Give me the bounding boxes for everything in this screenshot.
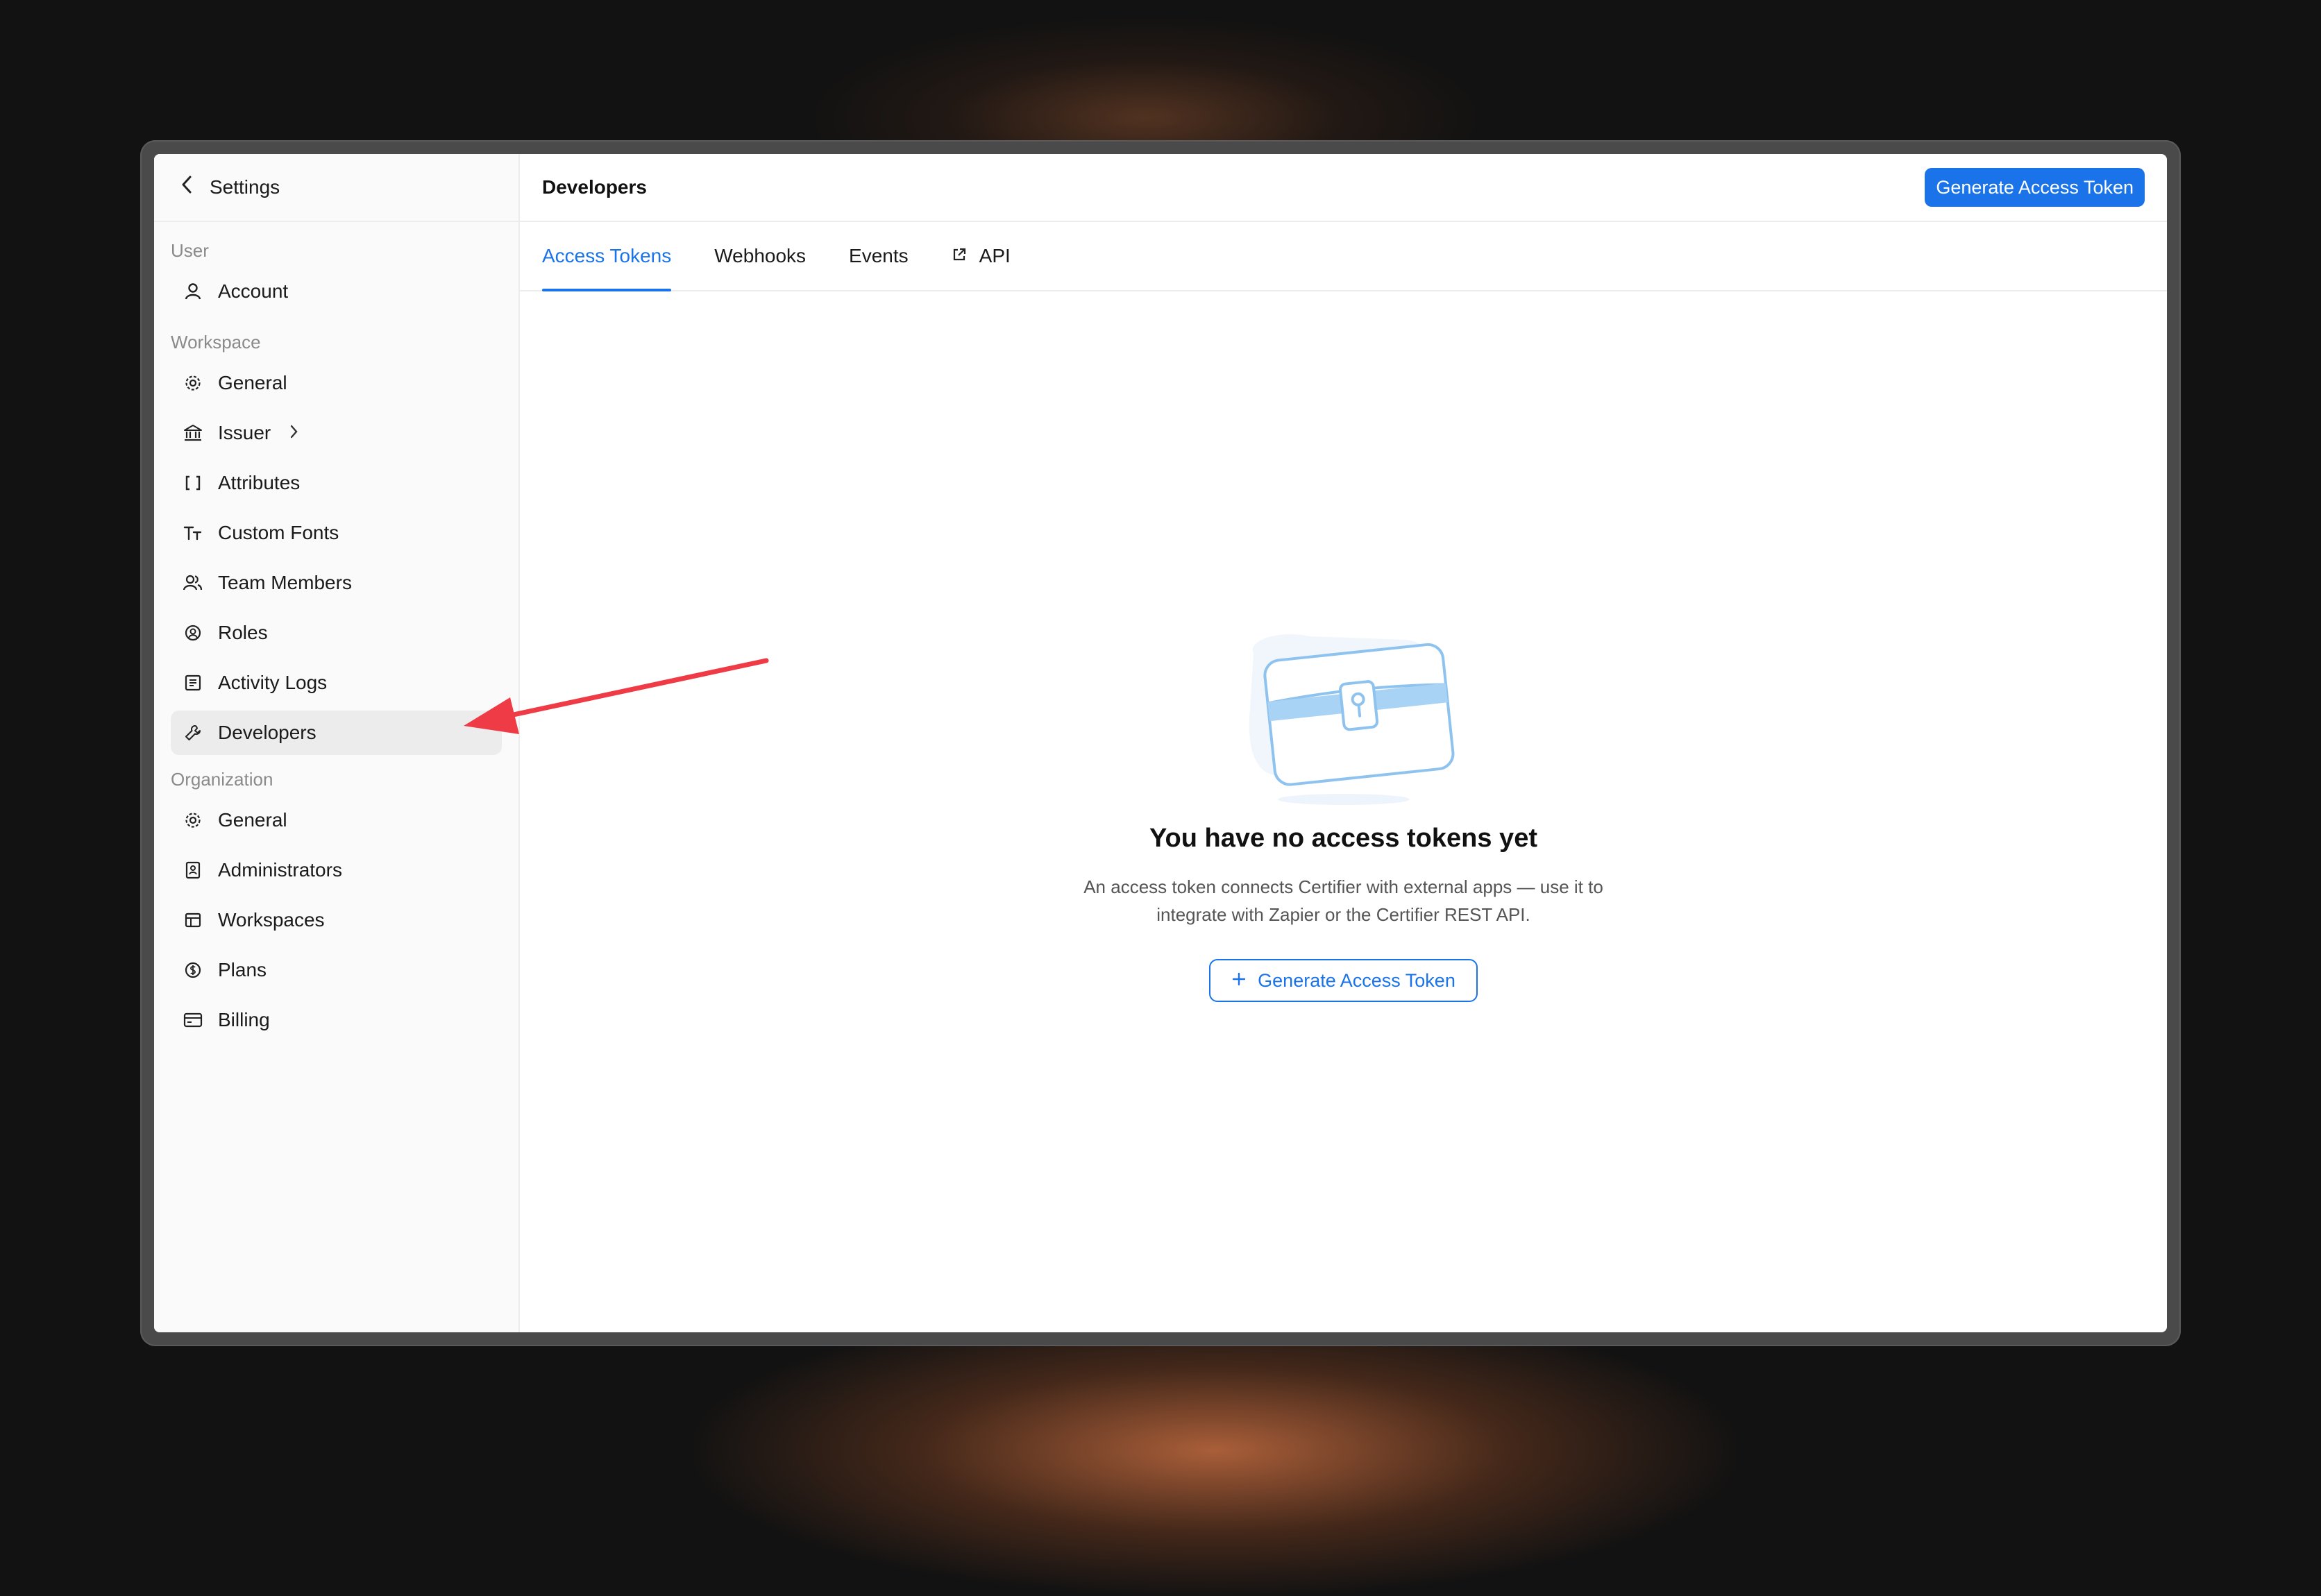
font-icon	[183, 524, 203, 542]
sidebar-item-label: Roles	[218, 622, 268, 643]
empty-state-description: An access token connects Certifier with …	[1083, 876, 1603, 925]
tab-access-tokens[interactable]: Access Tokens	[542, 222, 672, 291]
tab-label: Access Tokens	[542, 245, 672, 266]
sidebar-item-label: Account	[218, 280, 289, 302]
sidebar-item-roles[interactable]: Roles	[171, 611, 502, 655]
sidebar-item-label: General	[218, 372, 287, 393]
tab-webhooks[interactable]: Webhooks	[714, 222, 806, 290]
gear-icon	[183, 374, 203, 392]
sidebar-item-label: Issuer	[218, 422, 271, 443]
tab-label: API	[979, 245, 1011, 266]
sidebar-item-issuer[interactable]: Issuer	[171, 411, 502, 455]
empty-state-title: You have no access tokens yet	[1149, 824, 1537, 853]
tab-events[interactable]: Events	[849, 222, 909, 290]
settings-sidebar: Settings User Account Workspace General …	[154, 154, 520, 1332]
developer-tabs: Access Tokens Webhooks Events API	[520, 222, 2167, 291]
empty-state-generate-token-button[interactable]: Generate Access Token	[1209, 959, 1478, 1002]
app-window: Settings User Account Workspace General …	[154, 154, 2167, 1332]
empty-state: You have no access tokens yet An access …	[520, 626, 2167, 1002]
team-icon	[183, 574, 203, 592]
layout-icon	[183, 911, 203, 929]
page-title: Developers	[542, 176, 647, 198]
sidebar-item-developers[interactable]: Developers	[171, 711, 502, 755]
gear-icon	[183, 811, 203, 829]
bank-icon	[183, 424, 203, 442]
sidebar-item-billing[interactable]: Billing	[171, 998, 502, 1042]
button-label: Generate Access Token	[1258, 969, 1455, 991]
badge-icon	[183, 861, 203, 879]
sidebar-item-attributes[interactable]: Attributes	[171, 461, 502, 505]
section-label-workspace: Workspace	[171, 332, 261, 353]
sidebar-item-label: Custom Fonts	[218, 522, 339, 543]
sidebar-item-plans[interactable]: Plans	[171, 948, 502, 992]
tab-label: Events	[849, 245, 909, 266]
wrench-icon	[183, 724, 203, 742]
background-glow-bottom	[694, 1305, 1735, 1596]
main-header: Developers Generate Access Token	[520, 154, 2167, 222]
dollar-icon	[183, 961, 203, 979]
plus-icon	[1231, 970, 1247, 992]
sidebar-item-label: Billing	[218, 1009, 270, 1030]
tab-label: Webhooks	[714, 245, 807, 266]
sidebar-header: Settings	[154, 154, 518, 222]
user-icon	[183, 282, 203, 300]
section-label-user: User	[171, 240, 209, 261]
generate-access-token-button[interactable]: Generate Access Token	[1925, 168, 2145, 207]
sidebar-item-administrators[interactable]: Administrators	[171, 848, 502, 892]
back-chevron-icon[interactable]	[179, 174, 194, 201]
chevron-right-icon	[289, 421, 298, 445]
sidebar-item-label: Plans	[218, 959, 267, 980]
sidebar-item-custom-fonts[interactable]: Custom Fonts	[171, 511, 502, 555]
developers-main: Developers Generate Access Token Access …	[520, 154, 2167, 1332]
sidebar-item-label: Developers	[218, 722, 316, 743]
sidebar-item-team-members[interactable]: Team Members	[171, 561, 502, 605]
brackets-icon	[183, 474, 203, 492]
sidebar-title: Settings	[210, 176, 280, 198]
card-icon	[183, 1012, 203, 1028]
log-icon	[183, 674, 203, 692]
sidebar-item-workspace-general[interactable]: General	[171, 361, 502, 405]
treasure-chest-illustration	[1226, 626, 1462, 810]
sidebar-item-account[interactable]: Account	[171, 269, 502, 314]
sidebar-item-label: General	[218, 809, 287, 831]
sidebar-item-workspaces[interactable]: Workspaces	[171, 898, 502, 942]
sidebar-item-label: Team Members	[218, 572, 352, 593]
sidebar-item-label: Workspaces	[218, 909, 325, 931]
roles-icon	[183, 624, 203, 642]
sidebar-item-organization-general[interactable]: General	[171, 798, 502, 842]
external-link-icon	[952, 245, 967, 267]
sidebar-item-activity-logs[interactable]: Activity Logs	[171, 661, 502, 705]
section-label-organization: Organization	[171, 769, 273, 790]
sidebar-item-label: Administrators	[218, 859, 342, 881]
tab-api[interactable]: API	[952, 222, 1011, 290]
sidebar-item-label: Activity Logs	[218, 672, 328, 693]
sidebar-item-label: Attributes	[218, 472, 301, 493]
